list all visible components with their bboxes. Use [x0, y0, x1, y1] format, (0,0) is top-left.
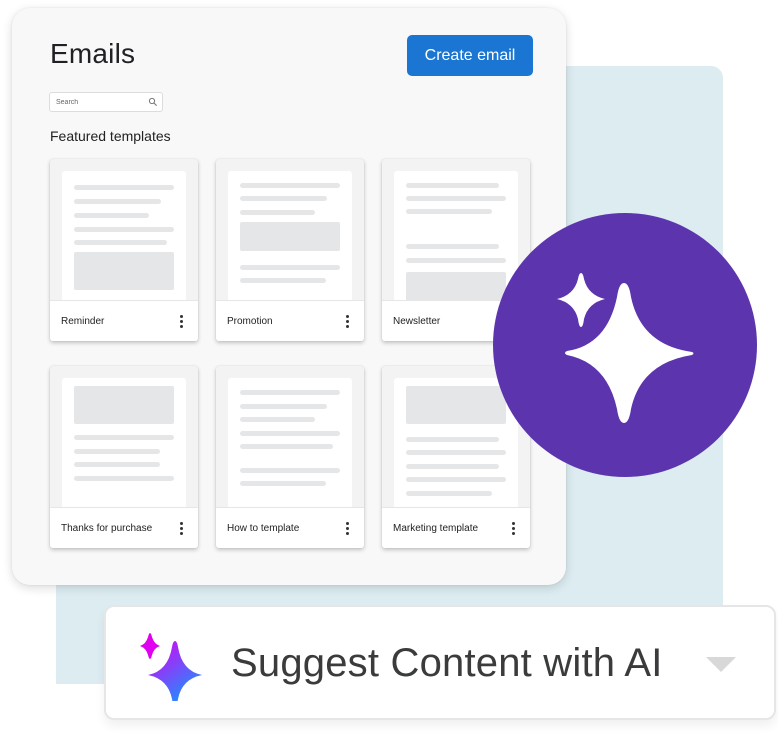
template-footer: Thanks for purchase — [50, 507, 198, 548]
more-vert-icon[interactable] — [342, 313, 352, 329]
template-preview — [62, 171, 186, 300]
sparkle-icon — [557, 273, 694, 423]
create-email-button[interactable]: Create email — [407, 35, 533, 76]
template-footer: Reminder — [50, 300, 198, 341]
sparkle-gradient-icon — [140, 633, 202, 701]
template-name: How to template — [227, 522, 300, 534]
template-preview — [228, 378, 352, 507]
template-card-how-to-template[interactable]: How to template — [216, 366, 364, 548]
suggest-content-label: Suggest Content with AI — [231, 641, 663, 685]
page-title: Emails — [50, 38, 136, 69]
template-card-reminder[interactable]: Reminder — [50, 159, 198, 341]
template-name: Thanks for purchase — [61, 522, 153, 534]
template-card-thanks-for-purchase[interactable]: Thanks for purchase — [50, 366, 198, 548]
more-vert-icon[interactable] — [176, 520, 186, 536]
template-name: Promotion — [227, 315, 273, 327]
ai-badge — [493, 213, 757, 477]
more-vert-icon[interactable] — [342, 520, 352, 536]
emails-panel: Emails Create email Featured templates R… — [12, 8, 566, 585]
section-title: Featured templates — [50, 128, 171, 144]
template-footer: Marketing template — [382, 507, 530, 548]
template-preview — [228, 171, 352, 300]
search-input[interactable] — [50, 98, 144, 106]
search-box[interactable] — [49, 92, 163, 112]
more-vert-icon[interactable] — [176, 313, 186, 329]
template-preview — [62, 378, 186, 507]
search-icon[interactable] — [148, 97, 158, 107]
suggest-content-dropdown[interactable]: Suggest Content with AI — [104, 605, 776, 720]
template-card-promotion[interactable]: Promotion — [216, 159, 364, 341]
template-name: Reminder — [61, 315, 105, 327]
more-vert-icon[interactable] — [508, 520, 518, 536]
template-footer: How to template — [216, 507, 364, 548]
template-name: Newsletter — [393, 315, 441, 327]
template-footer: Promotion — [216, 300, 364, 341]
template-name: Marketing template — [393, 522, 479, 534]
caret-down-icon[interactable] — [706, 657, 736, 672]
